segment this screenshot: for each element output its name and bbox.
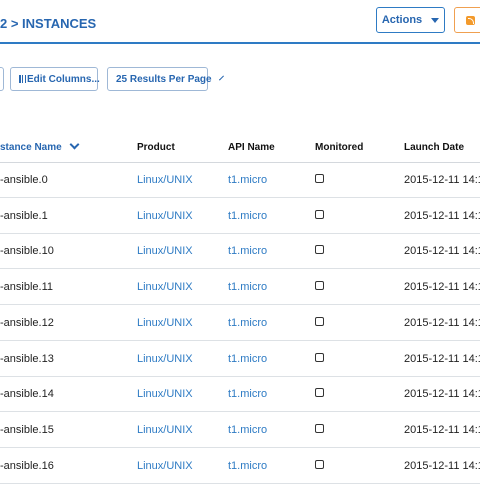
product-link[interactable]: Linux/UNIX: [137, 317, 193, 329]
monitored-checkbox[interactable]: [315, 388, 324, 398]
actions-dropdown-button[interactable]: Actions: [376, 7, 445, 33]
instance-name: -ansible.12: [0, 316, 54, 329]
edit-columns-label: Edit Columns...: [27, 73, 100, 85]
product-link[interactable]: Linux/UNIX: [137, 281, 193, 293]
column-header-instance-name[interactable]: stance Name: [0, 139, 80, 153]
sort-descending-icon[interactable]: [69, 139, 80, 150]
breadcrumb: 2 > INSTANCES: [0, 16, 97, 31]
api-name-link[interactable]: t1.micro: [228, 174, 267, 186]
product-link[interactable]: Linux/UNIX: [137, 245, 193, 257]
table-row[interactable]: -ansible.11 Linux/UNIX t1.micro 2015-12-11 …: [0, 269, 480, 306]
launch-date: 2015-12-11 14:11:5: [404, 174, 480, 186]
table-row[interactable]: -ansible.12 Linux/UNIX t1.micro 2015-12-11 …: [0, 305, 480, 341]
table-row[interactable]: -ansible.15 Linux/UNIX t1.micro 2015-12-11 …: [0, 412, 480, 448]
api-name-link[interactable]: t1.micro: [228, 460, 267, 472]
rss-feed-button[interactable]: [454, 7, 480, 33]
launch-date: 2015-12-11 14:11:2: [404, 245, 480, 258]
monitored-checkbox[interactable]: [315, 459, 324, 469]
instance-name: -ansible.0: [0, 174, 48, 186]
instance-name: -ansible.11: [0, 281, 53, 294]
column-header-product[interactable]: Product: [137, 142, 175, 153]
launch-date: 2015-12-11 14:11:5: [404, 388, 480, 401]
page-header: 2 > INSTANCES Actions: [0, 0, 480, 44]
api-name-link[interactable]: t1.micro: [228, 210, 267, 222]
column-header-launch-date[interactable]: Launch Date: [404, 142, 464, 153]
monitored-checkbox[interactable]: [315, 245, 324, 255]
instance-name: -ansible.10: [0, 245, 54, 258]
api-name-link[interactable]: t1.micro: [228, 353, 267, 365]
launch-date: 2015-12-11 14:11:2: [404, 316, 480, 329]
rss-icon: [466, 16, 475, 25]
monitored-checkbox[interactable]: [315, 209, 324, 219]
instance-name: -ansible.13: [0, 352, 54, 365]
table-header: stance Name Product API Name Monitored L…: [0, 134, 480, 163]
monitored-checkbox[interactable]: [315, 174, 324, 183]
instance-name: -ansible.1: [0, 209, 48, 222]
results-per-page-label: 25 Results Per Page: [116, 73, 212, 85]
table-row[interactable]: -ansible.1 Linux/UNIX t1.micro 2015-12-11 1…: [0, 198, 480, 234]
launch-date: 2015-12-11 14:11:2: [404, 281, 480, 294]
table-row[interactable]: -ansible.16 Linux/UNIX t1.micro 2015-12-11 …: [0, 448, 480, 484]
launch-date: 2015-12-11 14:11:5: [404, 459, 480, 472]
column-header-monitored[interactable]: Monitored: [315, 142, 363, 153]
product-link[interactable]: Linux/UNIX: [137, 353, 193, 365]
product-link[interactable]: Linux/UNIX: [137, 424, 193, 436]
instance-name: -ansible.14: [0, 388, 54, 401]
monitored-checkbox[interactable]: [315, 281, 324, 291]
api-name-link[interactable]: t1.micro: [228, 245, 267, 257]
columns-icon: [19, 75, 26, 83]
table-row[interactable]: -ansible.13 Linux/UNIX t1.micro 2015-12-11 …: [0, 341, 480, 377]
table-row[interactable]: -ansible.0 Linux/UNIX t1.micro 2015-12-11 1…: [0, 162, 480, 198]
product-link[interactable]: Linux/UNIX: [137, 460, 193, 472]
column-header-api-name[interactable]: API Name: [228, 142, 275, 153]
instance-name: -ansible.16: [0, 459, 54, 472]
launch-date: 2015-12-11 14:11:5: [404, 209, 480, 222]
actions-label: Actions: [381, 14, 423, 26]
edit-columns-button[interactable]: Edit Columns...: [10, 67, 100, 91]
monitored-checkbox[interactable]: [315, 352, 324, 362]
table-row[interactable]: -ansible.10 Linux/UNIX t1.micro 2015-12-11 …: [0, 233, 480, 270]
monitored-checkbox[interactable]: [315, 423, 324, 433]
instance-name: -ansible.15: [0, 423, 54, 436]
launch-date: 2015-12-11 14:11:2: [404, 352, 480, 365]
product-link[interactable]: Linux/UNIX: [137, 210, 193, 222]
product-link[interactable]: Linux/UNIX: [137, 388, 193, 400]
chevron-down-icon: [218, 75, 224, 80]
api-name-link[interactable]: t1.micro: [228, 317, 267, 329]
launch-date: 2015-12-11 14:11:2: [404, 423, 480, 436]
api-name-link[interactable]: t1.micro: [228, 388, 267, 400]
api-name-link[interactable]: t1.micro: [228, 281, 267, 293]
api-name-link[interactable]: t1.micro: [228, 424, 267, 436]
table-row[interactable]: -ansible.14 Linux/UNIX t1.micro 2015-12-11 …: [0, 376, 480, 413]
caret-down-icon: [431, 17, 440, 23]
product-link[interactable]: Linux/UNIX: [137, 174, 193, 186]
monitored-checkbox[interactable]: [315, 316, 324, 326]
results-per-page-select[interactable]: 25 Results Per Page: [107, 67, 224, 91]
toolbar-button-partial[interactable]: [0, 67, 4, 91]
